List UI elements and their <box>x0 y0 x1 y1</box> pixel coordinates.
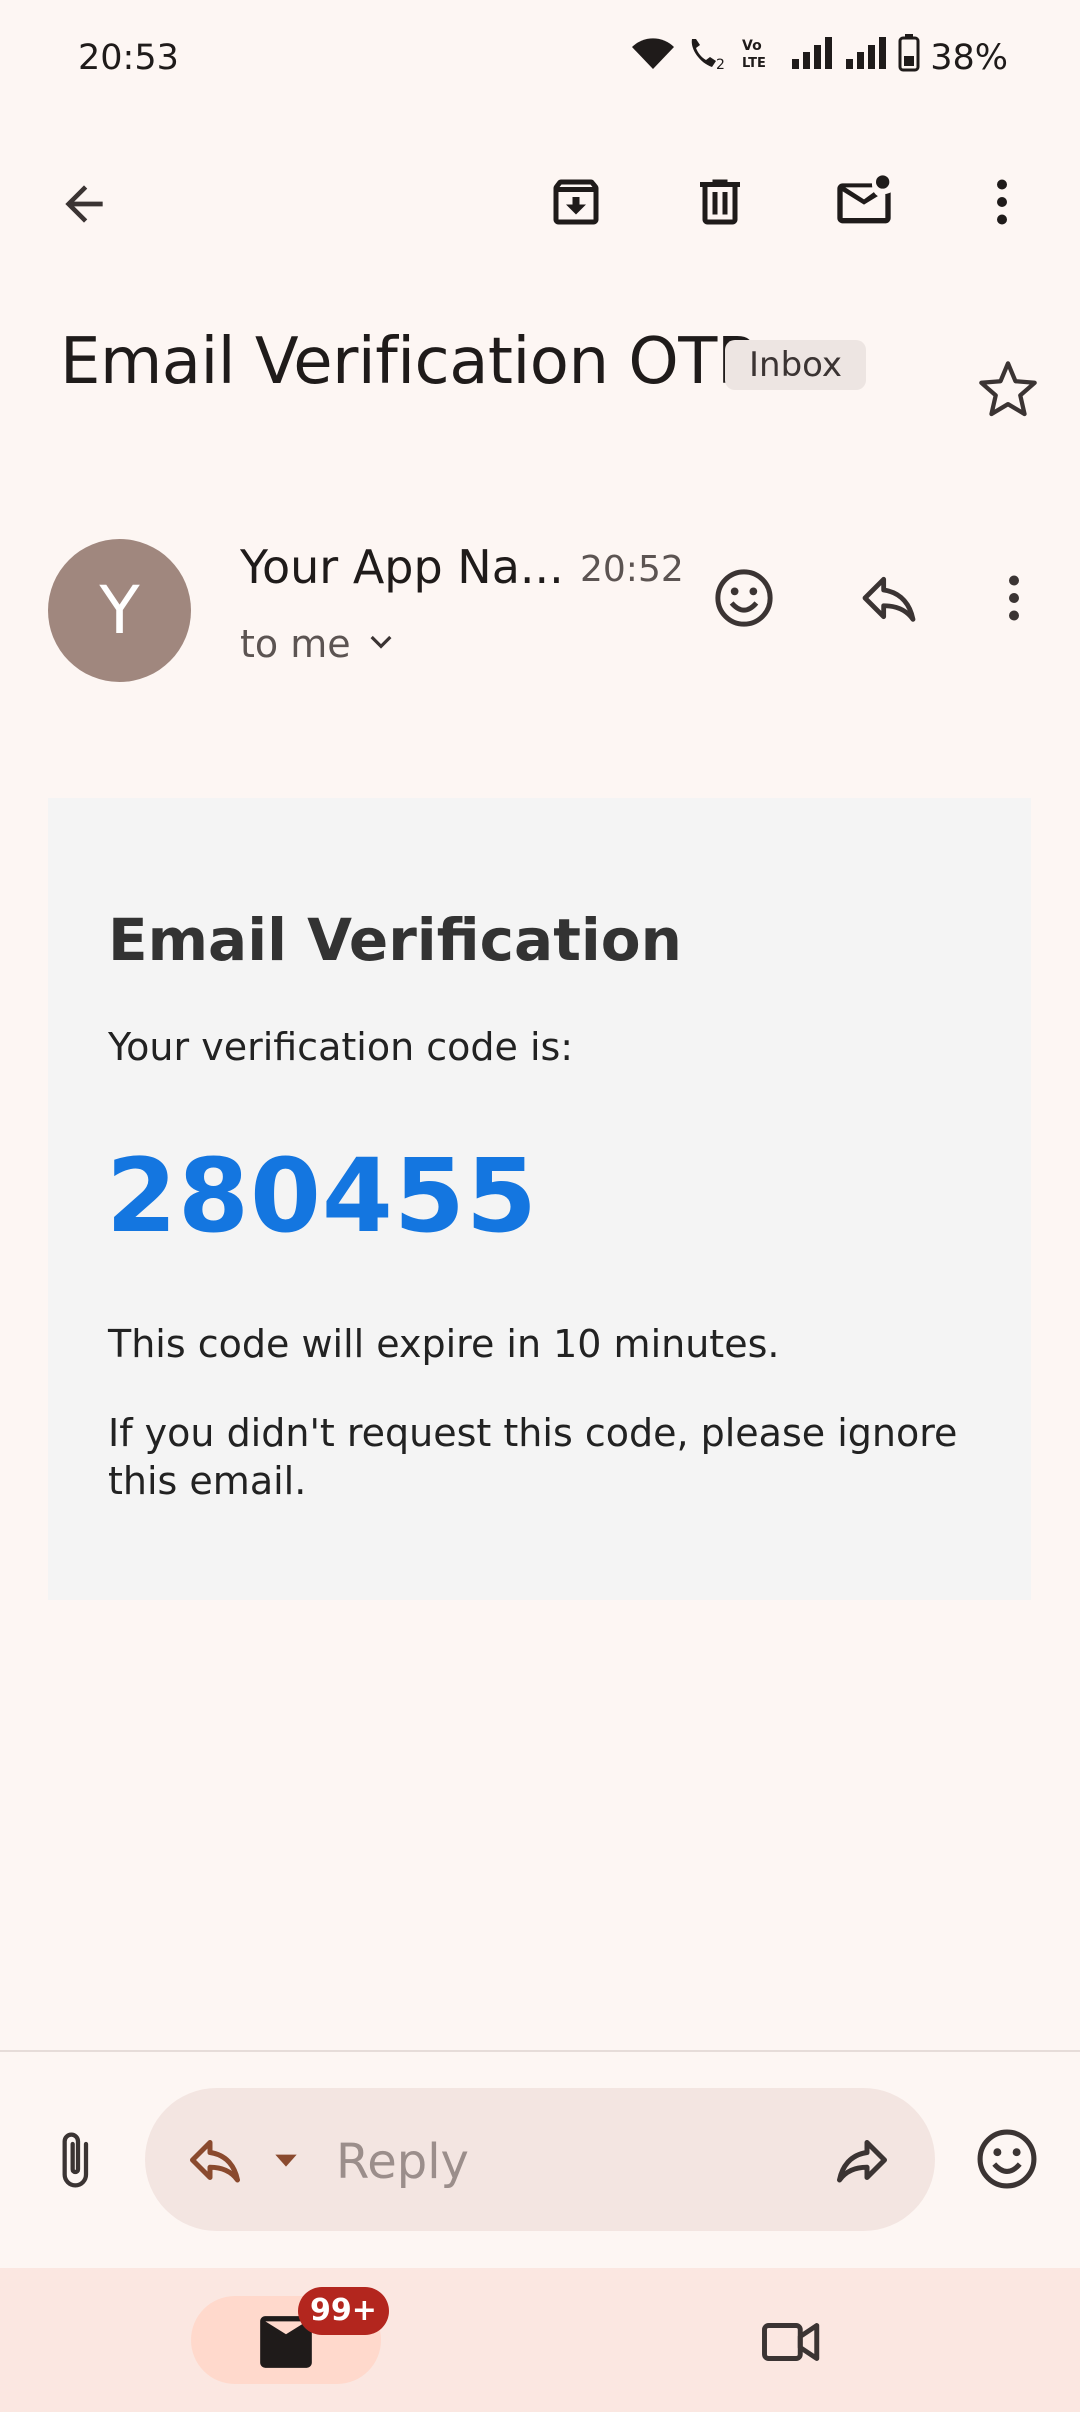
verification-code: 280455 <box>106 1137 538 1256</box>
body-intro: Your verification code is: <box>108 1025 574 1069</box>
message-more-icon[interactable] <box>982 566 1046 630</box>
svg-text:Vo: Vo <box>742 38 762 54</box>
email-subject: Email Verification OTP <box>60 325 755 399</box>
status-icons: 2 Vo LTE 38% <box>630 34 1008 81</box>
sender-name[interactable]: Your App Na... <box>240 540 564 594</box>
signal-icon <box>790 35 834 80</box>
video-meet-icon[interactable] <box>756 2308 828 2376</box>
star-icon[interactable] <box>974 356 1042 424</box>
emoji-reaction-icon[interactable] <box>710 564 778 632</box>
reply-options-dropdown-icon[interactable] <box>268 2142 304 2178</box>
back-arrow-icon[interactable] <box>52 172 116 236</box>
battery-icon <box>898 34 920 81</box>
bottom-navigation <box>0 2268 1080 2412</box>
recipient-label: to me <box>240 622 351 666</box>
divider <box>0 2050 1080 2052</box>
email-time: 20:52 <box>580 549 684 590</box>
reply-arrow-icon[interactable] <box>183 2128 247 2192</box>
mail-unread-badge: 99+ <box>298 2287 389 2335</box>
signal-icon <box>844 35 888 80</box>
body-expiry: This code will expire in 10 minutes. <box>108 1322 780 1366</box>
svg-text:LTE: LTE <box>742 56 766 71</box>
mark-unread-icon[interactable] <box>830 168 898 236</box>
forward-icon[interactable] <box>830 2128 894 2192</box>
battery-percent: 38% <box>930 37 1008 78</box>
svg-text:2: 2 <box>716 57 725 71</box>
emoji-icon[interactable] <box>972 2124 1042 2194</box>
archive-icon[interactable] <box>544 170 608 234</box>
recipient-toggle[interactable]: to me <box>240 622 397 666</box>
body-ignore-note: If you didn't request this code, please … <box>108 1411 958 1503</box>
status-time: 20:53 <box>78 38 179 78</box>
reply-placeholder[interactable]: Reply <box>336 2134 469 2190</box>
inbox-label-badge[interactable]: Inbox <box>725 340 867 390</box>
wifi-icon <box>630 35 676 80</box>
more-vert-icon[interactable] <box>970 170 1034 234</box>
delete-icon[interactable] <box>688 170 752 234</box>
volte-icon: Vo LTE <box>740 35 780 80</box>
attachment-icon[interactable] <box>40 2126 108 2194</box>
reply-field[interactable] <box>145 2088 935 2231</box>
reply-icon[interactable] <box>855 564 923 632</box>
chevron-down-icon <box>365 622 397 666</box>
sender-avatar[interactable]: Y <box>48 539 191 682</box>
wifi-call-icon: 2 <box>686 35 730 80</box>
body-heading: Email Verification <box>108 906 682 974</box>
